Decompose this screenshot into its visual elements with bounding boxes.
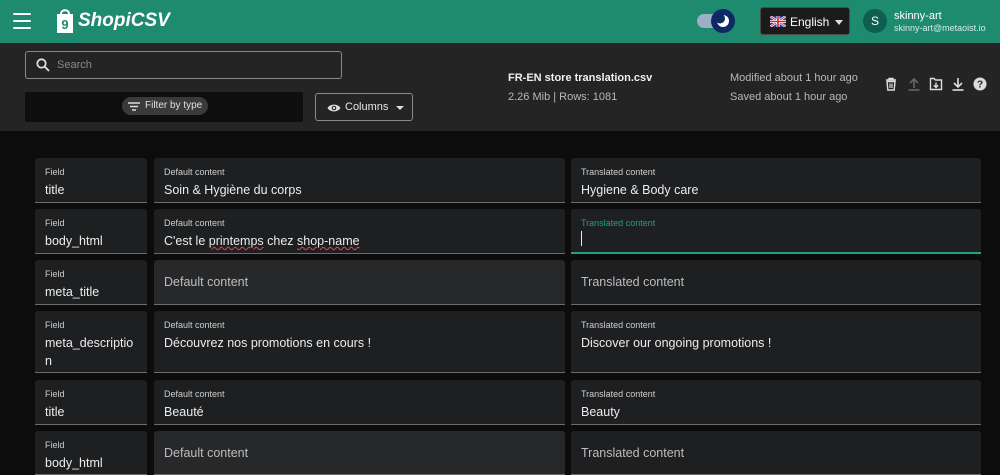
default-content-label: Default content [164,389,225,399]
svg-text:9: 9 [61,17,68,32]
field-value: title [45,405,65,419]
trash-icon[interactable] [884,77,898,91]
filter-chip-label: Filter by type [145,100,203,111]
logo-icon: 9 [57,9,73,33]
default-content-cell: Default content [154,431,565,475]
search-icon [36,58,50,72]
field-value-line: meta_descriptio [45,336,134,350]
translated-content-field[interactable]: Translated content Hygiene & Body care [571,158,981,203]
avatar[interactable]: S [863,9,887,33]
translated-content-label: Translated content [581,320,656,330]
default-content-value: Découvrez nos promotions en cours ! [164,336,372,350]
translated-content-field[interactable]: Translated content [571,260,981,305]
file-name: FR-EN store translation.csv [508,72,653,84]
translated-content-field[interactable]: Translated content [571,431,981,475]
default-content-cell: Default content Soin & Hygiène du corps [154,158,565,203]
toolbar: Filter by type Columns FR-EN store trans… [0,43,1000,131]
text-cursor [581,231,582,246]
field-label: Field [45,167,65,177]
user-email: skinny-art@metaoist.io [894,23,986,33]
chevron-down-icon [396,106,404,110]
default-content-placeholder: Default content [164,275,249,289]
field-value: body_html [45,234,103,248]
filter-bar: Filter by type [25,92,303,122]
default-content-value: C'est le printemps chez shop-name [164,232,360,250]
translated-content-label: Translated content [581,167,656,177]
translated-content-label: Translated content [581,389,656,399]
translated-content-value: Beauty [581,405,620,419]
translated-content-value: Discover our ongoing promotions ! [581,336,772,350]
default-content-label: Default content [164,218,225,228]
field-value-line: n [45,354,52,368]
default-content-placeholder: Default content [164,446,249,460]
text-segment: C'est le [164,234,209,248]
default-content-cell: Default content Découvrez nos promotions… [154,311,565,373]
eye-icon [327,104,341,112]
field-label: Field [45,269,65,279]
field-cell: Field title [35,158,147,203]
moon-icon [711,9,735,33]
default-content-value: Soin & Hygiène du corps [164,183,302,197]
filter-by-type-chip[interactable]: Filter by type [122,97,209,115]
field-cell: Field body_html [35,431,147,475]
menu-icon[interactable] [13,13,31,29]
field-label: Field [45,218,65,228]
default-content-cell: Default content Beauté [154,380,565,425]
field-value: body_html [45,456,103,470]
language-label: English [790,15,830,29]
default-content-cell: Default content [154,260,565,305]
translated-content-field-active[interactable]: Translated content [571,209,981,254]
field-label: Field [45,320,65,330]
theme-toggle[interactable] [697,9,737,33]
language-select[interactable]: English [760,7,850,35]
download-icon[interactable] [951,77,965,91]
field-cell: Field title [35,380,147,425]
field-cell: Field body_html [35,209,147,254]
search-box[interactable] [25,51,342,79]
file-meta: 2.26 Mib | Rows: 1081 [508,91,618,103]
translated-content-field[interactable]: Translated content Beauty [571,380,981,425]
translated-content-field[interactable]: Translated content Discover our ongoing … [571,311,981,373]
field-value: title [45,183,65,197]
field-cell: Field meta_title [35,260,147,305]
search-input[interactable] [57,56,327,74]
default-content-cell: Default content C'est le printemps chez … [154,209,565,254]
field-cell: Field meta_description [35,311,147,373]
text-segment: chez [263,234,298,248]
field-label: Field [45,389,65,399]
app-logo-text: ShopiCSV [78,10,170,31]
translated-content-placeholder: Translated content [581,446,685,460]
chevron-down-icon [835,20,843,25]
field-label: Field [45,440,65,450]
columns-button[interactable]: Columns [315,93,413,121]
field-value: meta_description [45,334,133,370]
saved-status: Saved about 1 hour ago [730,91,848,103]
columns-label: Columns [345,101,389,113]
svg-text:?: ? [977,80,983,91]
translated-content-value: Hygiene & Body care [581,183,699,197]
modified-status: Modified about 1 hour ago [730,72,858,84]
app-bar: 9 ShopiCSV English S skinny-art skinny-a… [0,0,1000,43]
misspelled-word: shop-name [297,234,360,248]
misspelled-word: printemps [208,234,264,248]
field-value: meta_title [45,285,100,299]
save-icon[interactable] [929,77,943,91]
help-icon[interactable]: ? [973,77,987,91]
user-name: skinny-art [894,10,942,22]
default-content-value: Beauté [164,405,204,419]
translation-grid: Field title Default content Soin & Hygiè… [0,131,1000,475]
translated-content-placeholder: Translated content [581,275,685,289]
upload-icon[interactable] [907,77,921,91]
filter-icon [128,102,140,111]
default-content-label: Default content [164,320,225,330]
default-content-label: Default content [164,167,225,177]
translated-content-label: Translated content [581,218,656,228]
uk-flag-icon [770,16,786,27]
